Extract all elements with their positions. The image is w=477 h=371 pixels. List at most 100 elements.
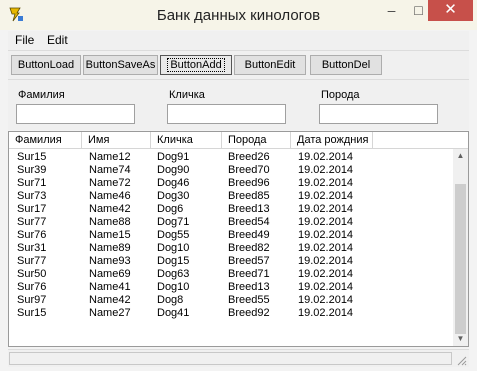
cell-name: Name41: [89, 281, 131, 293]
edit-button[interactable]: ButtonEdit: [234, 55, 306, 75]
cell-name: Name15: [89, 229, 131, 241]
status-bar: [8, 349, 469, 367]
cell-breed: Breed13: [228, 281, 270, 293]
cell-breed: Breed55: [228, 294, 270, 306]
cell-birth-date: 19.02.2014: [298, 190, 354, 202]
cell-birth-date: 19.02.2014: [298, 242, 354, 254]
cell-breed: Breed54: [228, 216, 270, 228]
close-button[interactable]: ✕: [428, 0, 473, 21]
resize-grip-icon[interactable]: [455, 354, 467, 366]
cell-birth-date: 19.02.2014: [298, 281, 354, 293]
menu-edit[interactable]: Edit: [47, 33, 68, 47]
cell-nickname: Dog30: [157, 190, 190, 202]
cell-nickname: Dog71: [157, 216, 190, 228]
cell-nickname: Dog15: [157, 255, 190, 267]
cell-name: Name88: [89, 216, 131, 228]
table-row[interactable]: Sur17 Name42 Dog6 Breed13 19.02.2014: [9, 203, 453, 216]
cell-surname: Sur15: [17, 151, 47, 163]
cell-birth-date: 19.02.2014: [298, 229, 354, 241]
vertical-scrollbar[interactable]: ▲ ▼: [453, 149, 468, 346]
cell-name: Name27: [89, 307, 131, 319]
table-row[interactable]: Sur31 Name89 Dog10 Breed82 19.02.2014: [9, 242, 453, 255]
column-header-birth-date[interactable]: Дата рождния: [291, 132, 373, 149]
cell-surname: Sur15: [17, 307, 47, 319]
cell-nickname: Dog63: [157, 268, 190, 280]
table-row[interactable]: Sur97 Name42 Dog8 Breed55 19.02.2014: [9, 294, 453, 307]
cell-surname: Sur71: [17, 177, 47, 189]
column-header-filler: [373, 132, 468, 149]
cell-name: Name42: [89, 294, 131, 306]
table-row[interactable]: Sur15 Name27 Dog41 Breed92 19.02.2014: [9, 307, 453, 320]
cell-name: Name89: [89, 242, 131, 254]
nickname-filter-input[interactable]: [167, 104, 286, 124]
add-button-label: ButtonAdd: [167, 58, 225, 72]
cell-name: Name12: [89, 151, 131, 163]
table-row[interactable]: Sur77 Name93 Dog15 Breed57 19.02.2014: [9, 255, 453, 268]
cell-name: Name42: [89, 203, 131, 215]
cell-birth-date: 19.02.2014: [298, 216, 354, 228]
cell-surname: Sur17: [17, 203, 47, 215]
table-row[interactable]: Sur39 Name74 Dog90 Breed70 19.02.2014: [9, 164, 453, 177]
cell-birth-date: 19.02.2014: [298, 177, 354, 189]
table-row[interactable]: Sur77 Name88 Dog71 Breed54 19.02.2014: [9, 216, 453, 229]
add-button[interactable]: ButtonAdd: [160, 55, 232, 75]
load-button[interactable]: ButtonLoad: [11, 55, 81, 75]
table-row[interactable]: Sur76 Name41 Dog10 Breed13 19.02.2014: [9, 281, 453, 294]
menu-bar: File Edit: [8, 31, 469, 50]
cell-surname: Sur39: [17, 164, 47, 176]
cell-birth-date: 19.02.2014: [298, 203, 354, 215]
table-row[interactable]: Sur76 Name15 Dog55 Breed49 19.02.2014: [9, 229, 453, 242]
cell-nickname: Dog91: [157, 151, 190, 163]
cell-surname: Sur73: [17, 190, 47, 202]
minimize-button[interactable]: –: [377, 0, 406, 21]
cell-name: Name69: [89, 268, 131, 280]
cell-surname: Sur76: [17, 229, 47, 241]
toolbar: ButtonLoad ButtonSaveAs ButtonAdd Button…: [8, 50, 469, 79]
cell-breed: Breed49: [228, 229, 270, 241]
cell-nickname: Dog6: [157, 203, 184, 215]
table-row[interactable]: Sur15 Name12 Dog91 Breed26 19.02.2014: [9, 151, 453, 164]
cell-name: Name46: [89, 190, 131, 202]
arrow-up-icon[interactable]: ▲: [453, 149, 468, 163]
table-row[interactable]: Sur50 Name69 Dog63 Breed71 19.02.2014: [9, 268, 453, 281]
surname-filter-input[interactable]: [16, 104, 135, 124]
nickname-filter-label: Кличка: [169, 89, 205, 101]
table-header: Фамилия Имя Кличка Порода Дата рождния: [9, 132, 468, 149]
cell-surname: Sur77: [17, 216, 47, 228]
cell-name: Name74: [89, 164, 131, 176]
app-window: Банк данных кинологов – □ ✕ File Edit Bu…: [0, 0, 477, 371]
column-header-breed[interactable]: Порода: [222, 132, 291, 149]
cell-surname: Sur76: [17, 281, 47, 293]
title-bar[interactable]: Банк данных кинологов – □ ✕: [0, 0, 477, 30]
cell-breed: Breed85: [228, 190, 270, 202]
scrollbar-thumb[interactable]: [455, 184, 466, 334]
save-as-button[interactable]: ButtonSaveAs: [83, 55, 158, 75]
cell-birth-date: 19.02.2014: [298, 307, 354, 319]
cell-birth-date: 19.02.2014: [298, 164, 354, 176]
column-header-name[interactable]: Имя: [82, 132, 151, 149]
arrow-down-icon[interactable]: ▼: [453, 332, 468, 346]
cell-nickname: Dog8: [157, 294, 184, 306]
cell-birth-date: 19.02.2014: [298, 255, 354, 267]
cell-nickname: Dog55: [157, 229, 190, 241]
delete-button[interactable]: ButtonDel: [310, 55, 382, 75]
column-header-nickname[interactable]: Кличка: [151, 132, 222, 149]
cell-breed: Breed96: [228, 177, 270, 189]
cell-surname: Sur31: [17, 242, 47, 254]
cell-nickname: Dog10: [157, 281, 190, 293]
dog-handlers-table[interactable]: Фамилия Имя Кличка Порода Дата рождния S…: [8, 131, 469, 347]
cell-surname: Sur97: [17, 294, 47, 306]
cell-birth-date: 19.02.2014: [298, 151, 354, 163]
status-panel: [9, 352, 452, 365]
breed-filter-label: Порода: [321, 89, 360, 101]
surname-filter-label: Фамилия: [18, 89, 65, 101]
cell-surname: Sur50: [17, 268, 47, 280]
cell-breed: Breed71: [228, 268, 270, 280]
cell-name: Name93: [89, 255, 131, 267]
breed-filter-input[interactable]: [319, 104, 438, 124]
column-header-surname[interactable]: Фамилия: [9, 132, 82, 149]
table-row[interactable]: Sur71 Name72 Dog46 Breed96 19.02.2014: [9, 177, 453, 190]
cell-nickname: Dog90: [157, 164, 190, 176]
table-row[interactable]: Sur73 Name46 Dog30 Breed85 19.02.2014: [9, 190, 453, 203]
menu-file[interactable]: File: [15, 33, 34, 47]
